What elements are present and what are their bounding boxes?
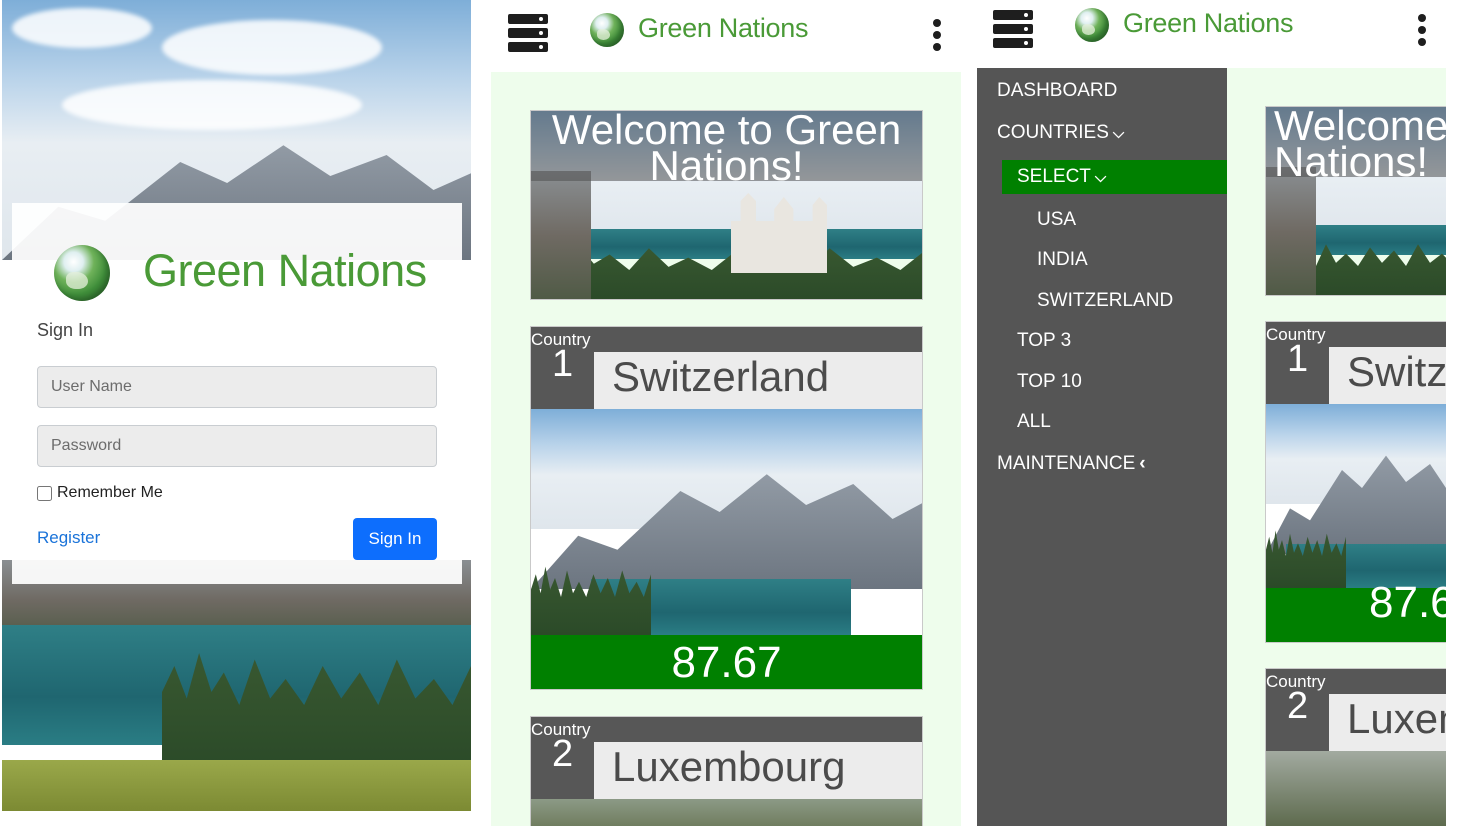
globe-icon <box>590 13 624 47</box>
country-rank: 1 <box>552 343 574 385</box>
menu-label: COUNTRIES <box>997 122 1109 143</box>
password-input[interactable] <box>37 425 437 467</box>
country-card[interactable]: Country 2 Luxembourg <box>1265 668 1446 826</box>
menu-stack-icon[interactable] <box>508 14 548 52</box>
header-brand-text: Green Nations <box>1123 8 1294 38</box>
login-screen: Green Nations Sign In Remember Me Regist… <box>2 0 471 811</box>
country-card[interactable]: Country 1 Switzerland 87.67 <box>530 326 923 690</box>
side-menu: DASHBOARD COUNTRIES ⌵ SELECT ⌵ USA INDIA S… <box>977 68 1227 826</box>
home-screen-menu-open: Green Nations Welcome to Green Nations! … <box>977 0 1446 826</box>
menu-item-dashboard[interactable]: DASHBOARD <box>997 80 1117 102</box>
country-photo <box>531 409 922 635</box>
country-rank: 2 <box>552 733 574 775</box>
globe-icon <box>54 245 110 301</box>
menu-label: SWITZERLAND <box>1037 290 1174 311</box>
banner-cliff <box>1266 167 1316 295</box>
menu-label: USA <box>1037 209 1077 230</box>
banner-cliff <box>531 171 591 299</box>
menu-label: DASHBOARD <box>997 80 1118 101</box>
country-score: 87.67 <box>1266 581 1446 642</box>
remember-me[interactable]: Remember Me <box>37 484 163 502</box>
country-photo <box>1266 404 1446 588</box>
remember-me-label: Remember Me <box>57 484 163 501</box>
cloud <box>12 8 152 48</box>
country-card-header: Country 2 Luxembourg <box>531 717 922 799</box>
menu-label: TOP 10 <box>1017 371 1082 392</box>
menu-label: ALL <box>1017 411 1051 432</box>
country-rank: 1 <box>1287 338 1309 380</box>
country-card-header: Country 2 Luxembourg <box>1266 669 1446 751</box>
country-photo <box>1266 751 1446 826</box>
menu-item-select[interactable]: SELECT ⌵ <box>1017 166 1106 188</box>
menu-item-top3[interactable]: TOP 3 <box>1017 330 1071 352</box>
country-card-header: Country 1 Switzerland <box>1266 322 1446 404</box>
register-link[interactable]: Register <box>37 528 100 548</box>
country-card-header: Country 1 Switzerland <box>531 327 922 409</box>
sign-in-heading: Sign In <box>37 320 94 340</box>
country-name: Switzerland <box>594 352 922 409</box>
country-photo <box>531 799 922 826</box>
menu-item-top10[interactable]: TOP 10 <box>1017 371 1082 393</box>
welcome-banner: Welcome to Green Nations! <box>530 110 923 300</box>
chevron-left-icon: ‹ <box>1139 453 1146 474</box>
menu-label: INDIA <box>1037 249 1088 270</box>
menu-label: TOP 3 <box>1017 330 1072 351</box>
login-card: Green Nations Sign In Remember Me Regist… <box>12 203 462 584</box>
chevron-down-icon: ⌵ <box>1112 124 1125 142</box>
country-name: Luxembourg <box>1329 694 1446 751</box>
kebab-icon[interactable] <box>1418 14 1428 46</box>
welcome-heading: Welcome to Green Nations! <box>1266 107 1446 183</box>
country-name: Luxembourg <box>594 742 922 799</box>
menu-item-india[interactable]: INDIA <box>1037 249 1088 271</box>
menu-stack-icon[interactable] <box>993 10 1033 48</box>
chevron-down-icon: ⌵ <box>1094 168 1107 186</box>
cloud <box>62 80 362 130</box>
username-input[interactable] <box>37 366 437 408</box>
home-screen: Green Nations Welcome to Green Nations! … <box>491 0 961 826</box>
sign-in-button[interactable]: Sign In <box>353 518 437 560</box>
menu-item-usa[interactable]: USA <box>1037 209 1076 231</box>
country-rank: 2 <box>1287 685 1309 727</box>
welcome-banner: Welcome to Green Nations! <box>1265 106 1446 296</box>
country-name: Switzerland <box>1329 347 1446 404</box>
menu-label: SELECT <box>1017 166 1091 187</box>
header-brand-text: Green Nations <box>638 13 809 43</box>
remember-me-checkbox[interactable] <box>37 485 52 501</box>
globe-icon <box>1075 8 1109 42</box>
brand-logo-text: Green Nations <box>143 245 427 296</box>
menu-label: MAINTENANCE <box>997 453 1136 474</box>
app-header: Green Nations <box>977 0 1446 68</box>
menu-item-countries[interactable]: COUNTRIES ⌵ <box>997 122 1124 144</box>
menu-item-switzerland[interactable]: SWITZERLAND <box>1037 290 1173 312</box>
country-score: 87.67 <box>531 635 922 689</box>
country-card[interactable]: Country 1 Switzerland 87.67 <box>1265 321 1446 643</box>
menu-item-maintenance[interactable]: MAINTENANCE ‹ <box>997 453 1146 475</box>
background-grass <box>2 760 471 811</box>
welcome-heading: Welcome to Green Nations! <box>531 111 922 187</box>
kebab-icon[interactable] <box>933 19 943 51</box>
menu-item-all[interactable]: ALL <box>1017 411 1051 433</box>
cloud <box>162 20 382 75</box>
app-header: Green Nations <box>491 0 961 72</box>
country-card[interactable]: Country 2 Luxembourg <box>530 716 923 826</box>
